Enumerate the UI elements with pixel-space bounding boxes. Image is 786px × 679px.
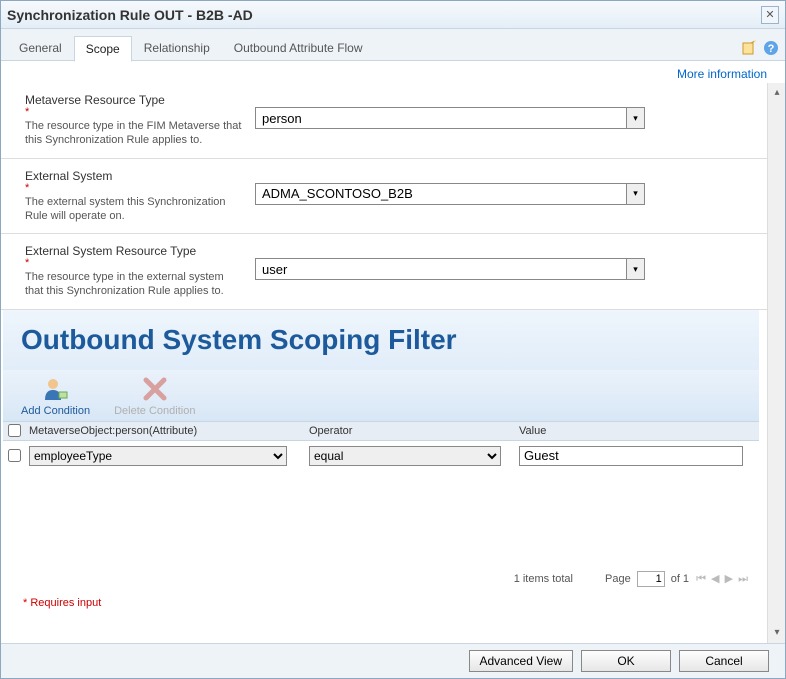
select-external-system-resource-type[interactable]: user ▾ [255, 258, 645, 280]
label-metaverse-resource-type: Metaverse Resource Type [25, 93, 243, 107]
pager: 1 items total Page of 1 ⏮ ◀ ▶ ⏭ [1, 571, 749, 587]
tab-outbound-attribute-flow[interactable]: Outbound Attribute Flow [222, 35, 375, 60]
page-label: Page [605, 573, 631, 585]
select-external-system[interactable]: ADMA_SCONTOSO_B2B ▾ [255, 183, 645, 205]
field-external-system: External System * The external system th… [1, 159, 767, 235]
column-operator: Operator [305, 422, 515, 440]
condition-value-input[interactable] [519, 446, 743, 466]
tab-relationship[interactable]: Relationship [132, 35, 222, 60]
delete-condition-label: Delete Condition [114, 405, 195, 417]
condition-table: MetaverseObject:person(Attribute) Operat… [3, 421, 759, 471]
desc-external-system: The external system this Synchronization… [25, 195, 243, 224]
dialog-footer: Advanced View OK Cancel [1, 643, 785, 678]
page-number-input[interactable] [637, 571, 665, 587]
chevron-down-icon: ▾ [626, 108, 644, 128]
window-title: Synchronization Rule OUT - B2B -AD [7, 7, 761, 23]
scroll-down-icon[interactable]: ▾ [769, 625, 785, 641]
tab-general[interactable]: General [7, 35, 74, 60]
scroll-up-icon[interactable]: ▴ [769, 85, 785, 101]
delete-condition-button: Delete Condition [114, 376, 195, 417]
scoping-filter-title: Outbound System Scoping Filter [21, 324, 741, 356]
user-icon [43, 376, 69, 402]
field-metaverse-resource-type: Metaverse Resource Type * The resource t… [1, 83, 767, 159]
required-asterisk: * [25, 109, 243, 115]
row-checkbox[interactable] [8, 449, 21, 462]
scoping-toolbar: Add Condition Delete Condition [3, 370, 759, 421]
requires-input-note: * Requires input [1, 593, 767, 615]
first-page-icon[interactable]: ⏮ [695, 573, 707, 585]
scroll-area: Metaverse Resource Type * The resource t… [1, 83, 767, 643]
condition-header-row: MetaverseObject:person(Attribute) Operat… [3, 421, 759, 441]
more-info-row: More information [1, 61, 785, 83]
chevron-down-icon: ▾ [626, 184, 644, 204]
label-external-system: External System [25, 169, 243, 183]
tab-bar: General Scope Relationship Outbound Attr… [1, 29, 785, 61]
condition-row: employeeType equal [3, 441, 759, 471]
content-area: Metaverse Resource Type * The resource t… [1, 83, 785, 643]
column-attribute: MetaverseObject:person(Attribute) [25, 422, 305, 440]
condition-operator-select[interactable]: equal [309, 446, 501, 466]
last-page-icon[interactable]: ⏭ [737, 573, 749, 585]
more-information-link[interactable]: More information [677, 67, 767, 81]
select-metaverse-resource-type[interactable]: person ▾ [255, 107, 645, 129]
scoping-filter-header: Outbound System Scoping Filter [3, 310, 759, 370]
required-asterisk: * [25, 185, 243, 191]
select-all-checkbox[interactable] [8, 424, 21, 437]
close-button[interactable]: ✕ [761, 6, 779, 24]
pager-nav: ⏮ ◀ ▶ ⏭ [695, 572, 749, 586]
dialog: Synchronization Rule OUT - B2B -AD ✕ Gen… [0, 0, 786, 679]
column-value: Value [515, 422, 759, 440]
select-value: ADMA_SCONTOSO_B2B [262, 186, 413, 201]
required-asterisk: * [25, 260, 243, 266]
field-external-system-resource-type: External System Resource Type * The reso… [1, 234, 767, 310]
prev-page-icon[interactable]: ◀ [710, 573, 720, 585]
advanced-view-button[interactable]: Advanced View [469, 650, 574, 672]
svg-text:?: ? [768, 43, 775, 55]
new-item-icon[interactable] [741, 40, 757, 56]
of-label: of 1 [671, 573, 689, 585]
add-condition-button[interactable]: Add Condition [21, 376, 90, 417]
close-icon: ✕ [765, 8, 774, 21]
label-external-system-resource-type: External System Resource Type [25, 244, 243, 258]
condition-attribute-select[interactable]: employeeType [29, 446, 287, 466]
ok-button[interactable]: OK [581, 650, 671, 672]
delete-icon [142, 376, 168, 402]
vertical-scrollbar[interactable]: ▴ ▾ [767, 83, 785, 643]
tab-scope[interactable]: Scope [74, 36, 132, 62]
select-value: person [262, 111, 302, 126]
desc-metaverse-resource-type: The resource type in the FIM Metaverse t… [25, 119, 243, 148]
next-page-icon[interactable]: ▶ [724, 573, 734, 585]
help-icon[interactable]: ? [763, 40, 779, 56]
chevron-down-icon: ▾ [626, 259, 644, 279]
items-total-text: 1 items total [514, 573, 573, 585]
cancel-button[interactable]: Cancel [679, 650, 769, 672]
add-condition-label: Add Condition [21, 405, 90, 417]
title-bar: Synchronization Rule OUT - B2B -AD ✕ [1, 1, 785, 29]
desc-external-system-resource-type: The resource type in the external system… [25, 270, 243, 299]
select-value: user [262, 262, 287, 277]
